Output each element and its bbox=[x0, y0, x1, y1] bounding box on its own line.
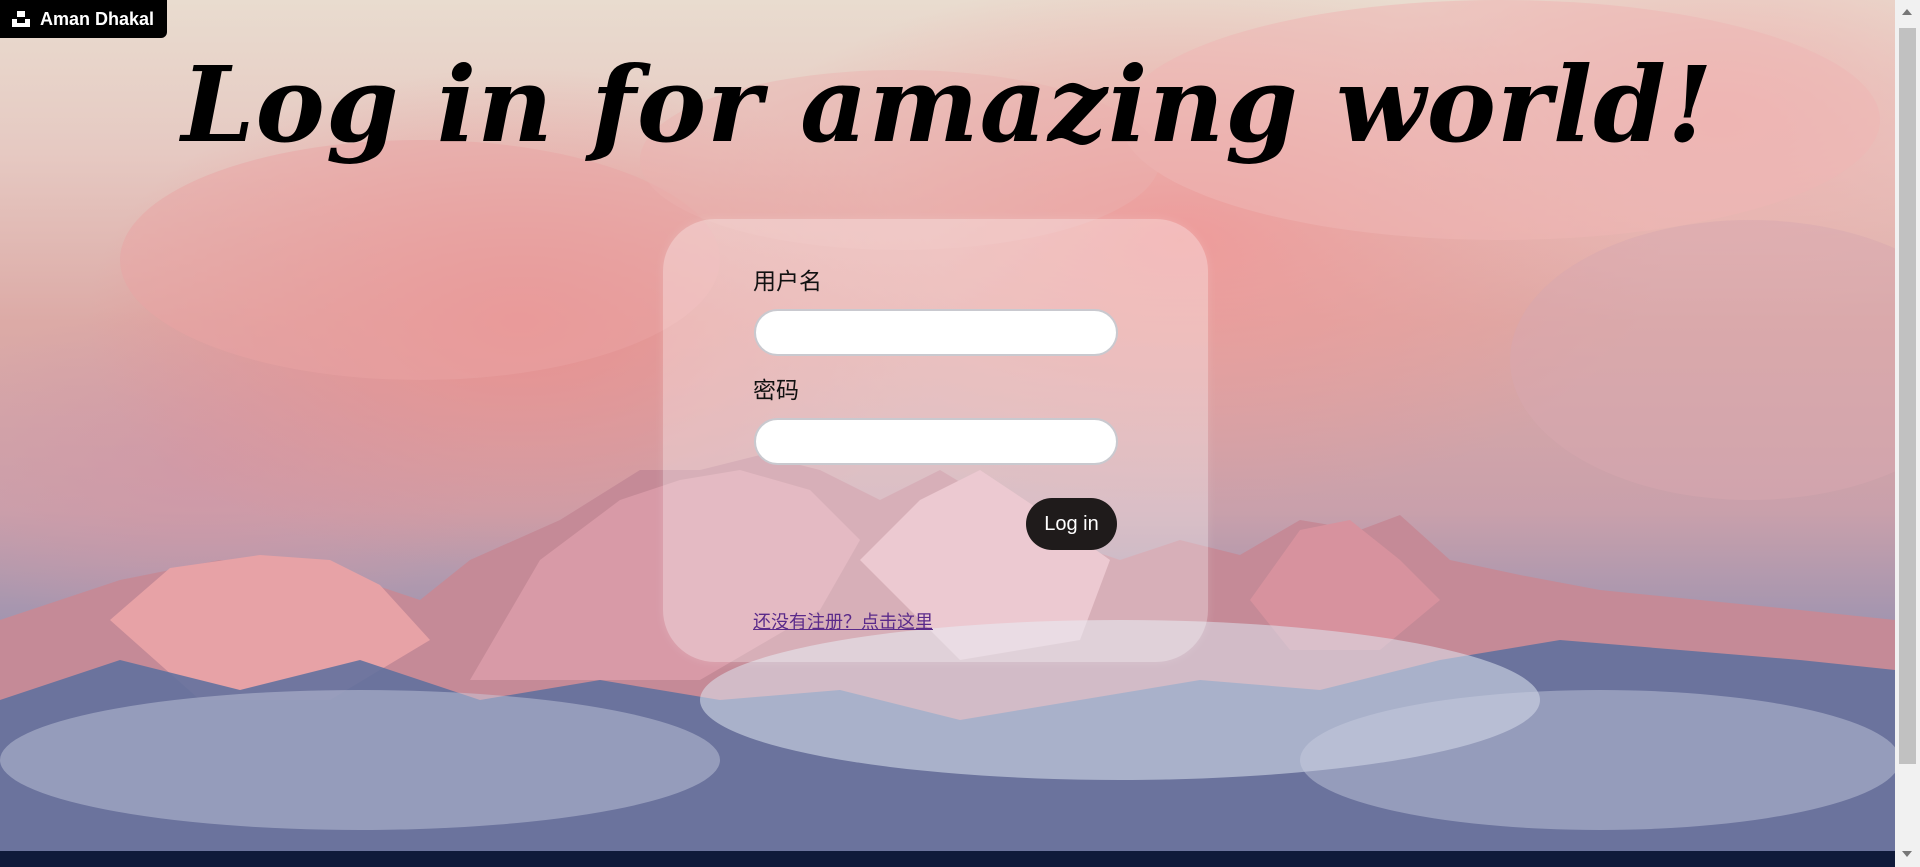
scroll-up-arrow-icon[interactable] bbox=[1902, 9, 1912, 15]
scrollbar-thumb[interactable] bbox=[1899, 28, 1916, 764]
login-button[interactable]: Log in bbox=[1026, 498, 1117, 550]
password-label: 密码 bbox=[753, 378, 799, 404]
register-link[interactable]: 还没有注册？点击这里 bbox=[753, 608, 933, 634]
page-bottom-edge bbox=[0, 851, 1895, 867]
password-field[interactable] bbox=[754, 418, 1118, 465]
username-label: 用户名 bbox=[753, 269, 822, 295]
photographer-name: Aman Dhakal bbox=[40, 8, 155, 29]
scroll-down-arrow-icon[interactable] bbox=[1902, 851, 1912, 857]
username-field[interactable] bbox=[754, 309, 1118, 356]
vertical-scrollbar[interactable] bbox=[1895, 0, 1920, 867]
unsplash-logo-icon bbox=[12, 11, 30, 27]
page-headline: Log in for amazing world! bbox=[181, 43, 1714, 166]
